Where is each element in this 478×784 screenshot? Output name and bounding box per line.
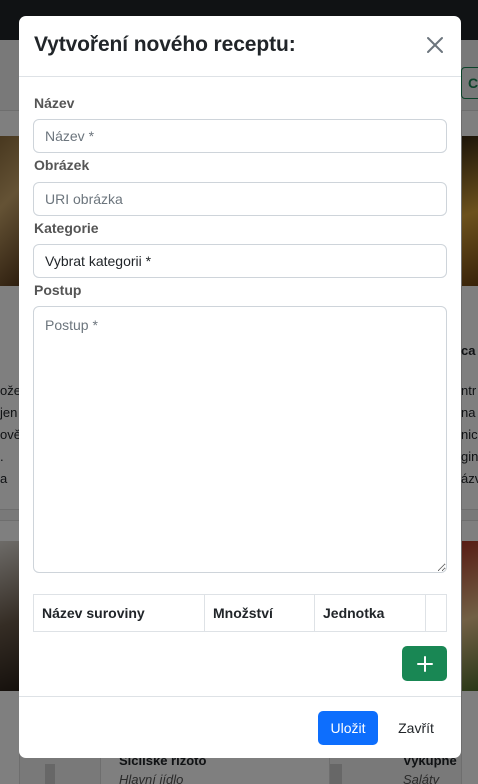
add-ingredient-button[interactable]: [402, 646, 447, 681]
plus-icon: [416, 655, 433, 672]
name-input[interactable]: [33, 119, 447, 153]
quantity-header: Množství: [205, 595, 315, 631]
close-icon[interactable]: [424, 34, 446, 56]
category-select-value: Vybrat kategorii *: [45, 253, 152, 269]
actions-header: [426, 595, 446, 631]
category-label: Kategorie: [34, 220, 99, 236]
procedure-label: Postup: [34, 282, 82, 298]
name-label: Název: [34, 95, 75, 111]
unit-header: Jednotka: [315, 595, 426, 631]
save-button[interactable]: Uložit: [318, 711, 378, 745]
modal-title: Vytvoření nového receptu:: [34, 33, 296, 56]
ingredient-name-header: Název suroviny: [34, 595, 205, 631]
close-button[interactable]: Zavřít: [388, 711, 444, 745]
image-uri-input[interactable]: [33, 182, 447, 216]
ingredients-table-header: Název suroviny Množství Jednotka: [33, 594, 447, 632]
category-select[interactable]: Vybrat kategorii *: [33, 244, 447, 278]
modal-footer: Uložit Zavřít: [19, 696, 461, 758]
modal-header: Vytvoření nového receptu:: [19, 16, 461, 77]
create-recipe-modal: Vytvoření nového receptu: Název Obrázek …: [19, 16, 461, 758]
image-label: Obrázek: [34, 157, 90, 173]
procedure-textarea[interactable]: [33, 306, 447, 573]
